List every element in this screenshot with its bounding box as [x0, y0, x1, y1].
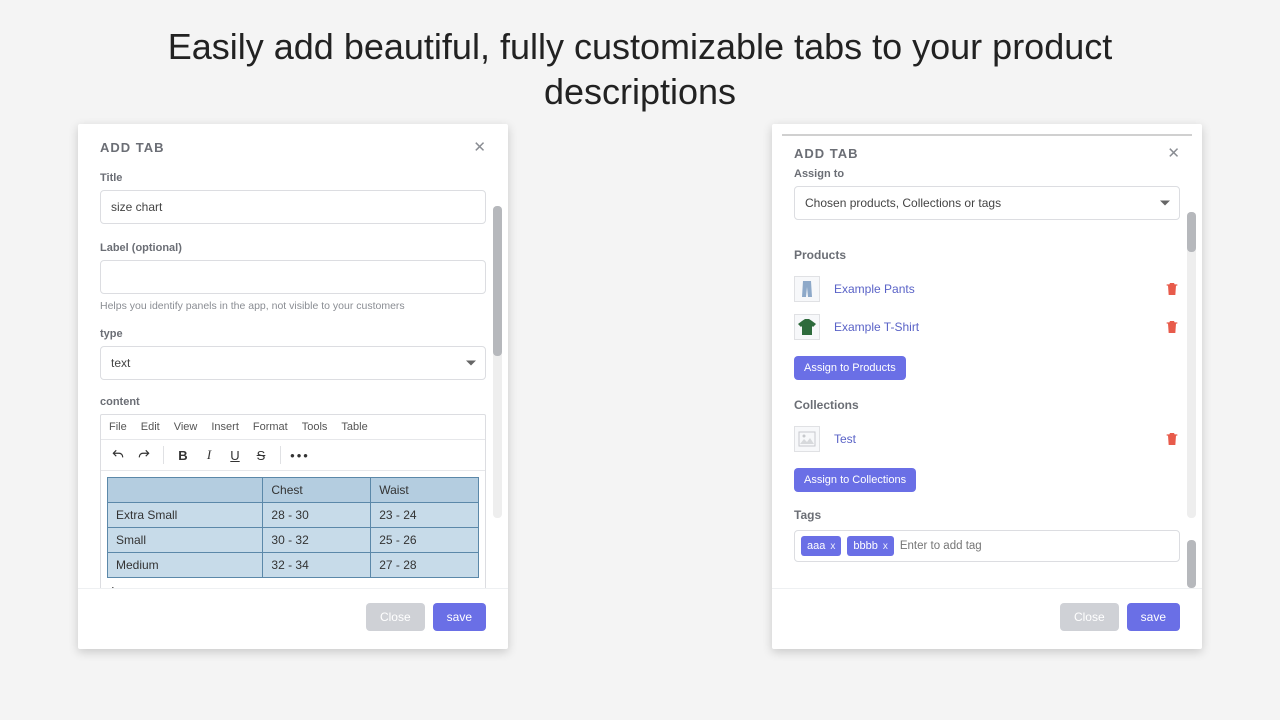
add-tab-modal-right: ADD TAB ✕ Assign to Chosen products, Col… — [772, 124, 1202, 649]
redo-icon[interactable] — [133, 444, 155, 466]
rich-text-editor: File Edit View Insert Format Tools Table — [100, 414, 486, 588]
table-header-cell[interactable]: Chest — [263, 478, 371, 503]
italic-icon[interactable]: I — [198, 444, 220, 466]
table-row: Extra Small 28 - 30 23 - 24 — [108, 503, 479, 528]
tag-chip[interactable]: aaa x — [801, 536, 841, 556]
table-cell[interactable]: Small — [108, 528, 263, 553]
editor-menu-tools[interactable]: Tools — [302, 421, 328, 433]
editor-content[interactable]: Chest Waist Extra Small 28 - 30 23 - 24 … — [101, 471, 485, 588]
size-chart-table[interactable]: Chest Waist Extra Small 28 - 30 23 - 24 … — [107, 477, 479, 578]
title-label: Title — [100, 172, 486, 184]
scrollbar-thumb[interactable] — [493, 206, 502, 356]
label-label: Label (optional) — [100, 242, 486, 254]
assign-to-select[interactable]: Chosen products, Collections or tags — [794, 186, 1180, 220]
close-button[interactable]: Close — [366, 603, 425, 631]
tags-input-row[interactable]: aaa x bbbb x — [794, 530, 1180, 562]
table-cell[interactable]: 30 - 32 — [263, 528, 371, 553]
underline-icon[interactable]: U — [224, 444, 246, 466]
more-icon[interactable]: ••• — [289, 444, 311, 466]
tag-remove-icon[interactable]: x — [830, 541, 835, 552]
table-cell[interactable]: Extra Small — [108, 503, 263, 528]
scrollbar-thumb[interactable] — [1187, 540, 1196, 588]
label-helper-text: Helps you identify panels in the app, no… — [100, 300, 486, 312]
collections-heading: Collections — [794, 398, 1180, 412]
product-name[interactable]: Example Pants — [834, 282, 1150, 296]
strikethrough-icon[interactable]: S — [250, 444, 272, 466]
table-cell[interactable]: 25 - 26 — [371, 528, 479, 553]
editor-menu-format[interactable]: Format — [253, 421, 288, 433]
undo-icon[interactable] — [107, 444, 129, 466]
tag-chip-label: bbbb — [853, 540, 877, 552]
content-label: content — [100, 396, 486, 408]
editor-menu-insert[interactable]: Insert — [211, 421, 239, 433]
modal-title: ADD TAB — [100, 140, 165, 155]
editor-menu-edit[interactable]: Edit — [141, 421, 160, 433]
add-tab-modal-left: ADD TAB ✕ Title Label (optional) Helps y… — [78, 124, 508, 649]
products-heading: Products — [794, 248, 1180, 262]
table-cell[interactable]: 27 - 28 — [371, 553, 479, 578]
type-label: type — [100, 328, 486, 340]
product-row: Example Pants — [794, 270, 1180, 308]
save-button[interactable]: save — [1127, 603, 1180, 631]
product-name[interactable]: Example T-Shirt — [834, 320, 1150, 334]
table-header-cell[interactable] — [108, 478, 263, 503]
delete-icon[interactable] — [1164, 281, 1180, 297]
collection-row: Test — [794, 420, 1180, 458]
delete-icon[interactable] — [1164, 319, 1180, 335]
table-cell[interactable]: 28 - 30 — [263, 503, 371, 528]
table-cell[interactable]: Medium — [108, 553, 263, 578]
modal-title: ADD TAB — [794, 146, 859, 161]
product-thumb-icon — [794, 276, 820, 302]
page-headline: Easily add beautiful, fully customizable… — [0, 0, 1280, 124]
editor-menu-view[interactable]: View — [174, 421, 198, 433]
close-button[interactable]: Close — [1060, 603, 1119, 631]
product-row: Example T-Shirt — [794, 308, 1180, 346]
tag-chip[interactable]: bbbb x — [847, 536, 893, 556]
tags-heading: Tags — [794, 508, 1180, 522]
editor-menubar: File Edit View Insert Format Tools Table — [101, 415, 485, 440]
bold-icon[interactable]: B — [172, 444, 194, 466]
assign-to-collections-button[interactable]: Assign to Collections — [794, 468, 916, 492]
scrollbar-track[interactable] — [1187, 212, 1196, 518]
title-input[interactable] — [100, 190, 486, 224]
editor-toolbar: B I U S ••• — [101, 440, 485, 471]
collection-thumb-icon — [794, 426, 820, 452]
table-header-cell[interactable]: Waist — [371, 478, 479, 503]
product-thumb-icon — [794, 314, 820, 340]
scrollbar-thumb[interactable] — [1187, 212, 1196, 252]
assign-to-label: Assign to — [794, 168, 1180, 180]
table-cell[interactable]: 32 - 34 — [263, 553, 371, 578]
editor-menu-file[interactable]: File — [109, 421, 127, 433]
tag-remove-icon[interactable]: x — [883, 541, 888, 552]
table-cell[interactable]: 23 - 24 — [371, 503, 479, 528]
type-select[interactable]: text — [100, 346, 486, 380]
tag-chip-label: aaa — [807, 540, 825, 552]
delete-icon[interactable] — [1164, 431, 1180, 447]
close-icon[interactable]: ✕ — [473, 138, 486, 156]
collection-name[interactable]: Test — [834, 432, 1150, 446]
label-input[interactable] — [100, 260, 486, 294]
save-button[interactable]: save — [433, 603, 486, 631]
assign-to-products-button[interactable]: Assign to Products — [794, 356, 906, 380]
tag-input[interactable] — [900, 540, 1173, 552]
editor-menu-table[interactable]: Table — [341, 421, 367, 433]
table-row: Chest Waist — [108, 478, 479, 503]
table-row: Medium 32 - 34 27 - 28 — [108, 553, 479, 578]
table-row: Small 30 - 32 25 - 26 — [108, 528, 479, 553]
close-icon[interactable]: ✕ — [1167, 144, 1180, 162]
editor-cursor[interactable]: | — [107, 578, 479, 588]
